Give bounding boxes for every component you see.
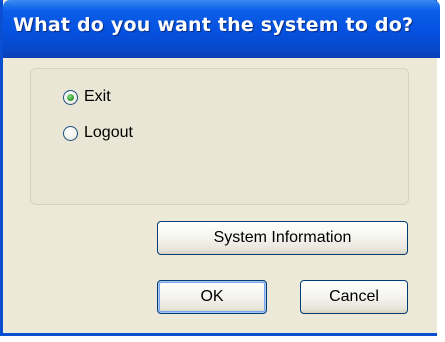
radio-option-exit[interactable]: Exit	[63, 86, 111, 108]
radio-selected-dot	[67, 93, 74, 101]
radio-button-logout[interactable]	[63, 125, 78, 141]
dialog-window: What do you want the system to do? Exit …	[0, 0, 440, 336]
cancel-button[interactable]: Cancel	[300, 280, 408, 314]
system-information-button[interactable]: System Information	[157, 221, 408, 255]
radio-label-exit[interactable]: Exit	[84, 88, 111, 106]
dialog-title: What do you want the system to do?	[13, 14, 414, 36]
radio-label-logout[interactable]: Logout	[84, 124, 133, 142]
ok-button[interactable]: OK	[157, 280, 267, 314]
title-bar[interactable]: What do you want the system to do?	[3, 0, 440, 58]
options-group: Exit Logout	[30, 68, 409, 205]
radio-option-logout[interactable]: Logout	[63, 122, 133, 144]
radio-button-exit[interactable]	[63, 89, 78, 105]
dialog-body: Exit Logout System Information OK Cancel	[6, 58, 437, 333]
